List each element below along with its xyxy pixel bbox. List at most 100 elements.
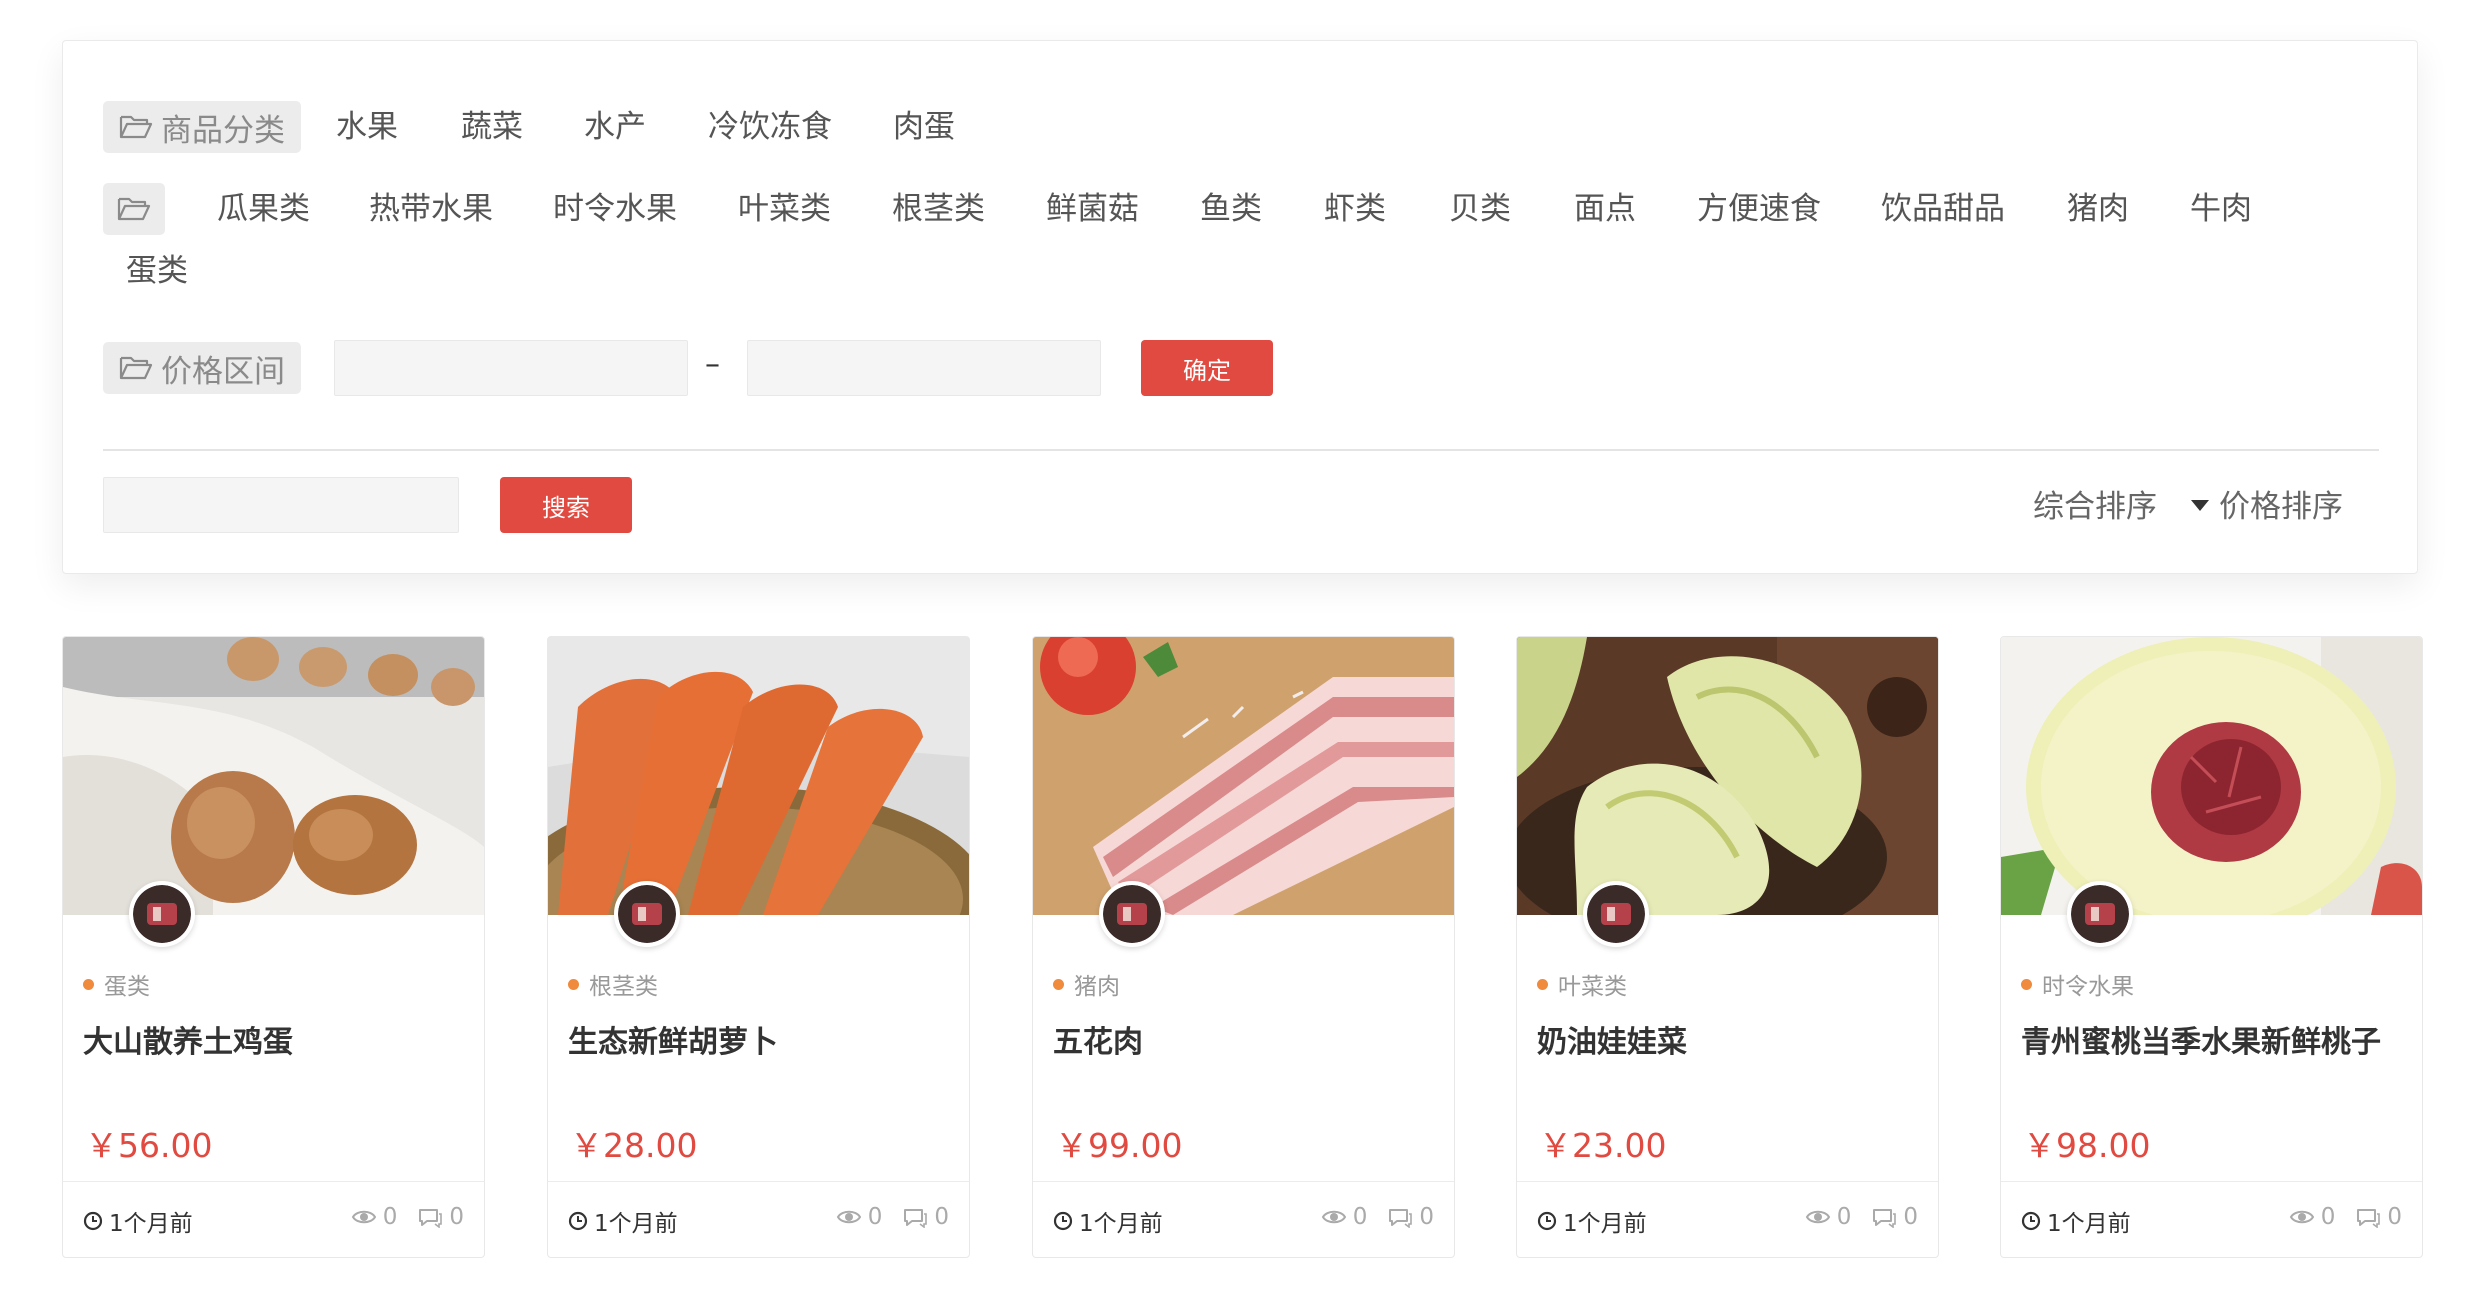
category-option-seafood[interactable]: 水产 xyxy=(584,101,646,153)
card-stats: 0 0 xyxy=(351,1204,464,1230)
eye-icon xyxy=(1321,1210,1346,1224)
product-card[interactable]: 蛋类 大山散养土鸡蛋 ￥56.00 1个月前 0 0 xyxy=(62,636,485,1258)
product-image-carrots[interactable] xyxy=(548,637,969,915)
card-footer: 1个月前 0 0 xyxy=(1517,1181,1938,1257)
price-max-input[interactable] xyxy=(747,340,1101,396)
comment-count: 0 xyxy=(449,1204,464,1230)
product-category: 时令水果 xyxy=(2021,967,2134,1001)
folder-open-icon xyxy=(117,195,151,223)
subcategory-option[interactable]: 叶菜类 xyxy=(738,183,831,235)
card-footer: 1个月前 0 0 xyxy=(2001,1181,2422,1257)
seller-avatar[interactable] xyxy=(1583,881,1649,947)
category-option-vegetable[interactable]: 蔬菜 xyxy=(461,101,523,153)
confirm-price-button[interactable]: 确定 xyxy=(1141,340,1273,396)
time-text: 1个月前 xyxy=(109,1211,193,1237)
subcategory-option[interactable]: 鱼类 xyxy=(1200,183,1262,235)
clock-icon xyxy=(568,1211,588,1231)
product-card[interactable]: 根茎类 生态新鲜胡萝卜 ￥28.00 1个月前 0 0 xyxy=(547,636,970,1258)
comment-icon xyxy=(1389,1209,1413,1228)
subcategory-option[interactable]: 方便速食 xyxy=(1697,183,1821,235)
post-time: 1个月前 xyxy=(1053,1204,1163,1238)
post-time: 1个月前 xyxy=(83,1204,193,1238)
clock-icon xyxy=(83,1211,103,1231)
product-price: ￥28.00 xyxy=(570,1126,698,1165)
category-dot xyxy=(83,978,94,990)
subcategory-option[interactable]: 饮品甜品 xyxy=(1881,183,2005,235)
comment-count: 0 xyxy=(2387,1204,2402,1230)
seller-avatar[interactable] xyxy=(1099,881,1165,947)
product-title[interactable]: 青州蜜桃当季水果新鲜桃子 xyxy=(2021,1017,2381,1061)
subcategory-option[interactable]: 蛋类 xyxy=(126,245,188,297)
category-filter-text: 商品分类 xyxy=(161,112,285,149)
search-button[interactable]: 搜索 xyxy=(500,477,632,533)
view-count: 0 xyxy=(382,1204,398,1230)
category-label[interactable]: 根茎类 xyxy=(589,967,658,1001)
seller-avatar[interactable] xyxy=(2067,881,2133,947)
subcategory-option[interactable]: 时令水果 xyxy=(553,183,677,235)
subcategory-filter-label xyxy=(103,183,165,235)
product-card[interactable]: 时令水果 青州蜜桃当季水果新鲜桃子 ￥98.00 1个月前 0 0 xyxy=(2000,636,2423,1258)
category-label[interactable]: 蛋类 xyxy=(104,967,150,1001)
product-card[interactable]: 叶菜类 奶油娃娃菜 ￥23.00 1个月前 0 0 xyxy=(1516,636,1939,1258)
subcategory-option[interactable]: 牛肉 xyxy=(2190,183,2252,235)
card-footer: 1个月前 0 0 xyxy=(548,1181,969,1257)
category-option-fruit[interactable]: 水果 xyxy=(336,101,398,153)
card-stats: 0 0 xyxy=(1321,1204,1434,1230)
time-text: 1个月前 xyxy=(2047,1211,2131,1237)
sort-overall-button[interactable]: 综合排序 xyxy=(2033,481,2157,533)
eye-icon xyxy=(2289,1210,2314,1224)
subcategory-option[interactable]: 根茎类 xyxy=(892,183,985,235)
product-card[interactable]: 猪肉 五花肉 ￥99.00 1个月前 0 0 xyxy=(1032,636,1455,1258)
clock-icon xyxy=(1537,1211,1557,1231)
product-price: ￥99.00 xyxy=(1055,1126,1183,1165)
subcategory-option[interactable]: 瓜果类 xyxy=(217,183,310,235)
product-image-peach[interactable] xyxy=(2001,637,2422,915)
subcategory-option[interactable]: 鲜菌菇 xyxy=(1046,183,1139,235)
product-title[interactable]: 生态新鲜胡萝卜 xyxy=(568,1017,778,1061)
category-option-frozen[interactable]: 冷饮冻食 xyxy=(708,101,832,153)
product-image-eggs[interactable] xyxy=(63,637,484,915)
subcategory-option[interactable]: 虾类 xyxy=(1324,183,1386,235)
seller-avatar[interactable] xyxy=(614,881,680,947)
folder-open-icon xyxy=(119,354,153,382)
subcategory-option[interactable]: 贝类 xyxy=(1449,183,1511,235)
product-image-cabbage[interactable] xyxy=(1517,637,1938,915)
seller-avatar[interactable] xyxy=(129,881,195,947)
category-option-meat-egg[interactable]: 肉蛋 xyxy=(893,101,955,153)
time-text: 1个月前 xyxy=(1079,1211,1163,1237)
search-input[interactable] xyxy=(103,477,459,533)
view-count: 0 xyxy=(1352,1204,1368,1230)
product-category: 叶菜类 xyxy=(1537,967,1627,1001)
view-count: 0 xyxy=(2320,1204,2336,1230)
sort-price-label: 价格排序 xyxy=(2219,489,2343,525)
comment-count: 0 xyxy=(1419,1204,1434,1230)
clock-icon xyxy=(1053,1211,1073,1231)
price-filter-label: 价格区间 xyxy=(103,342,301,394)
eye-icon xyxy=(836,1210,861,1224)
category-label[interactable]: 时令水果 xyxy=(2042,967,2134,1001)
category-label[interactable]: 叶菜类 xyxy=(1558,967,1627,1001)
category-label[interactable]: 猪肉 xyxy=(1074,967,1120,1001)
category-dot xyxy=(2021,978,2032,990)
sort-price-button[interactable]: 价格排序 xyxy=(2191,481,2343,533)
product-category: 猪肉 xyxy=(1053,967,1120,1001)
eye-icon xyxy=(351,1210,376,1224)
product-title[interactable]: 奶油娃娃菜 xyxy=(1537,1017,1687,1061)
subcategory-option[interactable]: 猪肉 xyxy=(2067,183,2129,235)
card-stats: 0 0 xyxy=(836,1204,949,1230)
filter-divider xyxy=(103,449,2379,451)
post-time: 1个月前 xyxy=(2021,1204,2131,1238)
view-count: 0 xyxy=(1836,1204,1852,1230)
subcategory-option[interactable]: 面点 xyxy=(1574,183,1636,235)
page: 商品分类 水果 蔬菜 水产 冷饮冻食 肉蛋 瓜果类 热带水果 时令水果 叶菜类 … xyxy=(0,0,2468,1300)
folder-open-icon xyxy=(119,113,153,141)
subcategory-option[interactable]: 热带水果 xyxy=(369,183,493,235)
category-filter-label: 商品分类 xyxy=(103,101,301,153)
caret-down-icon xyxy=(2191,500,2209,511)
product-title[interactable]: 五花肉 xyxy=(1053,1017,1143,1061)
time-text: 1个月前 xyxy=(594,1211,678,1237)
product-title[interactable]: 大山散养土鸡蛋 xyxy=(83,1017,293,1061)
product-image-pork[interactable] xyxy=(1033,637,1454,915)
price-min-input[interactable] xyxy=(334,340,688,396)
eye-icon xyxy=(1805,1210,1830,1224)
